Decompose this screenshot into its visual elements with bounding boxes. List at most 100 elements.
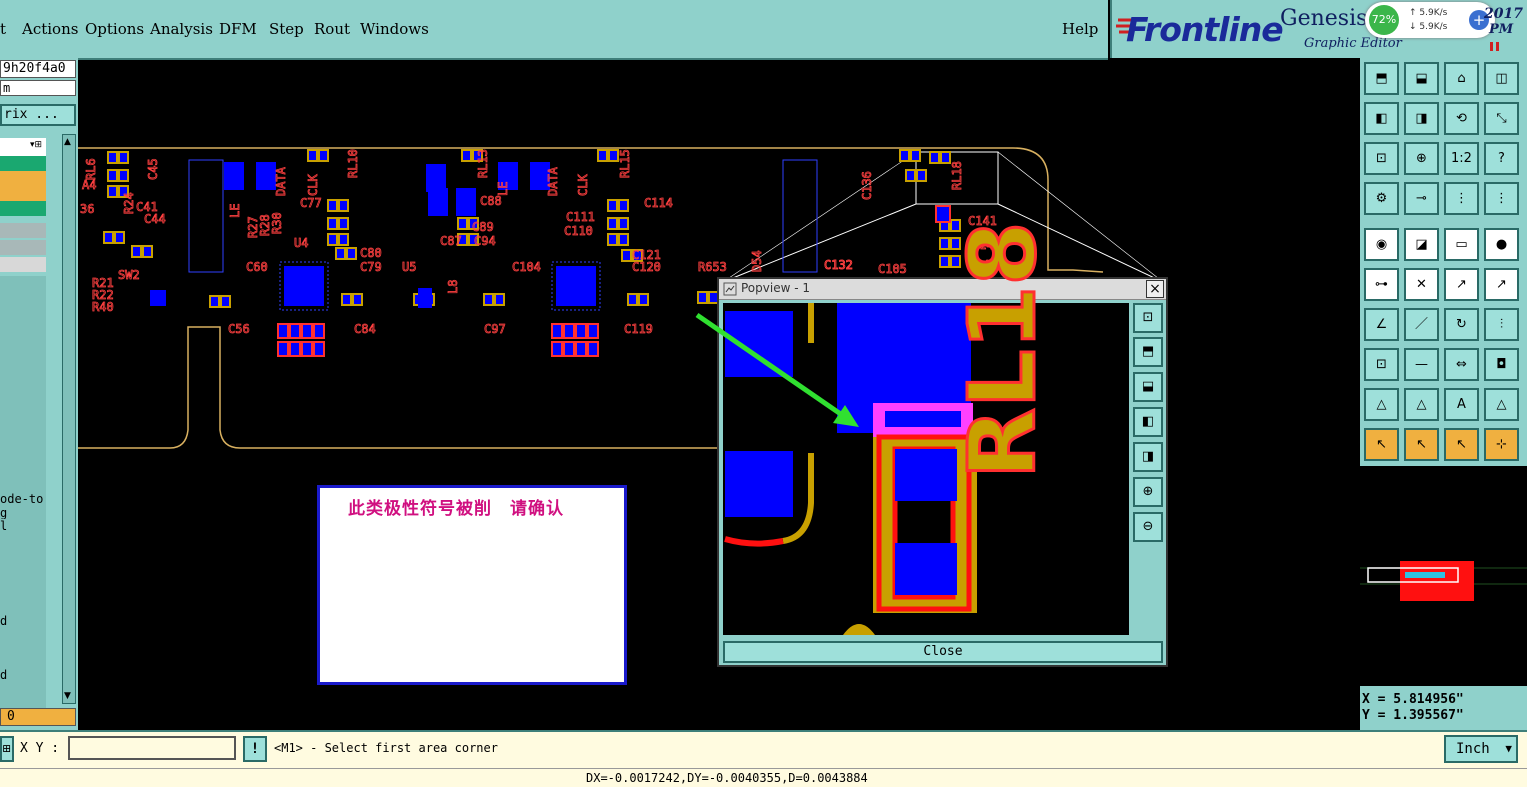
pcb-pad xyxy=(916,169,927,182)
pcb-pad xyxy=(118,151,129,164)
move-icon[interactable]: ↗ xyxy=(1444,268,1479,301)
pause-icon[interactable] xyxy=(1490,42,1493,51)
home-icon[interactable]: ⌂ xyxy=(1444,62,1479,95)
zoom-center-icon[interactable]: ⊕ xyxy=(1404,142,1439,175)
circle-tool-icon[interactable]: ● xyxy=(1484,228,1519,261)
rect-tool-icon[interactable]: ◪ xyxy=(1404,228,1439,261)
node-icon[interactable]: ⊶ xyxy=(1364,268,1399,301)
units-select[interactable]: Inch ▼ xyxy=(1444,735,1518,763)
delete-icon[interactable]: ✕ xyxy=(1404,268,1439,301)
layer-row[interactable] xyxy=(0,240,46,255)
horizontal-icon[interactable]: — xyxy=(1404,348,1439,381)
layer-row[interactable] xyxy=(0,171,46,186)
menu-analysis[interactable]: Analysis xyxy=(150,20,213,38)
layer-scrollbar[interactable]: ▲ ▼ xyxy=(62,134,76,704)
overview-map[interactable] xyxy=(1360,466,1527,686)
coord-x: X = 5.814956" xyxy=(1362,692,1464,707)
scroll-down-icon[interactable]: ▼ xyxy=(64,691,71,701)
rotate-icon[interactable]: ↻ xyxy=(1444,308,1479,341)
popview-pan-left-button[interactable]: ◧ xyxy=(1133,407,1163,437)
xy-input[interactable] xyxy=(68,736,236,760)
menu-dfm[interactable]: DFM xyxy=(219,20,257,38)
config-icon[interactable]: ⚙ xyxy=(1364,182,1399,215)
triangle-icon[interactable]: △ xyxy=(1364,388,1399,421)
snap-icon[interactable]: ⋮ xyxy=(1444,182,1479,215)
pcb-pad xyxy=(277,323,289,339)
popview-zoom-out-button[interactable]: ⊖ xyxy=(1133,512,1163,542)
pcb-pad xyxy=(256,162,276,190)
pcb-refdes-label: C77 xyxy=(300,196,322,211)
pointer-box-icon[interactable]: ↖ xyxy=(1404,428,1439,461)
menu-actions[interactable]: Actions xyxy=(22,20,78,38)
mirror-icon[interactable]: ⫶ xyxy=(1484,308,1519,341)
menu-windows[interactable]: Windows xyxy=(360,20,429,38)
line-icon[interactable]: ／ xyxy=(1404,308,1439,341)
popview-titlebar[interactable]: Popview - 1 × xyxy=(719,279,1166,300)
span-icon[interactable]: ⇔ xyxy=(1444,348,1479,381)
grid-icon[interactable]: ◘ xyxy=(1484,348,1519,381)
pan-left-icon[interactable]: ◧ xyxy=(1364,102,1399,135)
zoom-page-up-icon[interactable]: ⬒ xyxy=(1364,62,1399,95)
popview-pan-right-button[interactable]: ◨ xyxy=(1133,442,1163,472)
menu-help[interactable]: Help xyxy=(1062,20,1098,38)
pcb-pad xyxy=(327,199,338,212)
pcb-pad xyxy=(618,217,629,230)
measure-icon[interactable]: ⊸ xyxy=(1404,182,1439,215)
angle-icon[interactable]: ∠ xyxy=(1364,308,1399,341)
popview-fit-button[interactable]: ⊡ xyxy=(1133,303,1163,333)
pcb-refdes-label: SW2 xyxy=(118,268,140,283)
help-icon[interactable]: ? xyxy=(1484,142,1519,175)
layer-row[interactable] xyxy=(0,201,46,216)
pcb-pad xyxy=(107,169,118,182)
pcb-pad xyxy=(939,237,950,250)
frame-icon[interactable]: ⊡ xyxy=(1364,348,1399,381)
pan-right-icon[interactable]: ◨ xyxy=(1404,102,1439,135)
text-icon[interactable]: A xyxy=(1444,388,1479,421)
pointer-alt-icon[interactable]: ↖ xyxy=(1444,428,1479,461)
pcb-refdes-label: C45 xyxy=(146,158,161,180)
layer-row[interactable] xyxy=(0,156,46,171)
scroll-up-icon[interactable]: ▲ xyxy=(64,137,71,147)
ruler-icon[interactable]: ▭ xyxy=(1444,228,1479,261)
layer-row[interactable] xyxy=(0,223,46,238)
measure-tri-icon[interactable]: △ xyxy=(1484,388,1519,421)
popview-window[interactable]: Popview - 1 × RL18 ⊡ ⬒ ⬓ ◧ ◨ ⊕ ⊖ Close xyxy=(695,220,1168,667)
grid-icon[interactable]: ⊞ xyxy=(0,736,14,762)
select-dot-icon[interactable]: ◉ xyxy=(1364,228,1399,261)
highlight-arrow-icon xyxy=(695,312,859,427)
popview-canvas[interactable]: RL18 xyxy=(723,220,1129,635)
pcb-pad xyxy=(103,231,114,244)
pcb-pad xyxy=(142,245,153,258)
pointer-icon[interactable]: ↖ xyxy=(1364,428,1399,461)
window-icon[interactable]: ◫ xyxy=(1484,62,1519,95)
job-name[interactable]: 9h20f4a0 xyxy=(0,60,76,78)
close-icon[interactable]: × xyxy=(1146,280,1164,298)
chevron-down-icon: ▼ xyxy=(1505,742,1512,755)
triangle-alt-icon[interactable]: △ xyxy=(1404,388,1439,421)
layer-list-header-icon[interactable]: ▾⊞ xyxy=(30,140,42,150)
layer-row[interactable] xyxy=(0,186,46,201)
popview-pan-up-button[interactable]: ⬒ xyxy=(1133,337,1163,367)
menu-file[interactable]: t xyxy=(0,20,6,38)
popview-pan-down-button[interactable]: ⬓ xyxy=(1133,372,1163,402)
fit-icon[interactable]: ⊡ xyxy=(1364,142,1399,175)
pcb-refdes-label: C110 xyxy=(564,224,594,239)
copy-icon[interactable]: ↗ xyxy=(1484,268,1519,301)
network-monitor[interactable]: 72% ↑ 5.9K/s ↓ 5.9K/s + xyxy=(1365,2,1495,38)
zoom-page-down-icon[interactable]: ⬓ xyxy=(1404,62,1439,95)
undo-view-icon[interactable]: ⟲ xyxy=(1444,102,1479,135)
pcb-refdes-label: C136 xyxy=(860,171,875,201)
step-name[interactable]: m xyxy=(0,80,76,96)
matrix-button[interactable]: rix ... xyxy=(0,104,76,126)
snap-alt-icon[interactable]: ⋮ xyxy=(1484,182,1519,215)
menu-step[interactable]: Step xyxy=(269,20,304,38)
zoom-corner-icon[interactable]: ⤡ xyxy=(1484,102,1519,135)
menu-rout[interactable]: Rout xyxy=(314,20,350,38)
scale-ratio-icon[interactable]: 1:2 xyxy=(1444,142,1479,175)
popview-close-button[interactable]: Close xyxy=(723,641,1163,663)
menu-options[interactable]: Options xyxy=(85,20,144,38)
pointer-net-icon[interactable]: ⊹ xyxy=(1484,428,1519,461)
popview-zoom-in-button[interactable]: ⊕ xyxy=(1133,477,1163,507)
exclaim-button[interactable]: ! xyxy=(243,736,267,762)
layer-row[interactable] xyxy=(0,257,46,272)
